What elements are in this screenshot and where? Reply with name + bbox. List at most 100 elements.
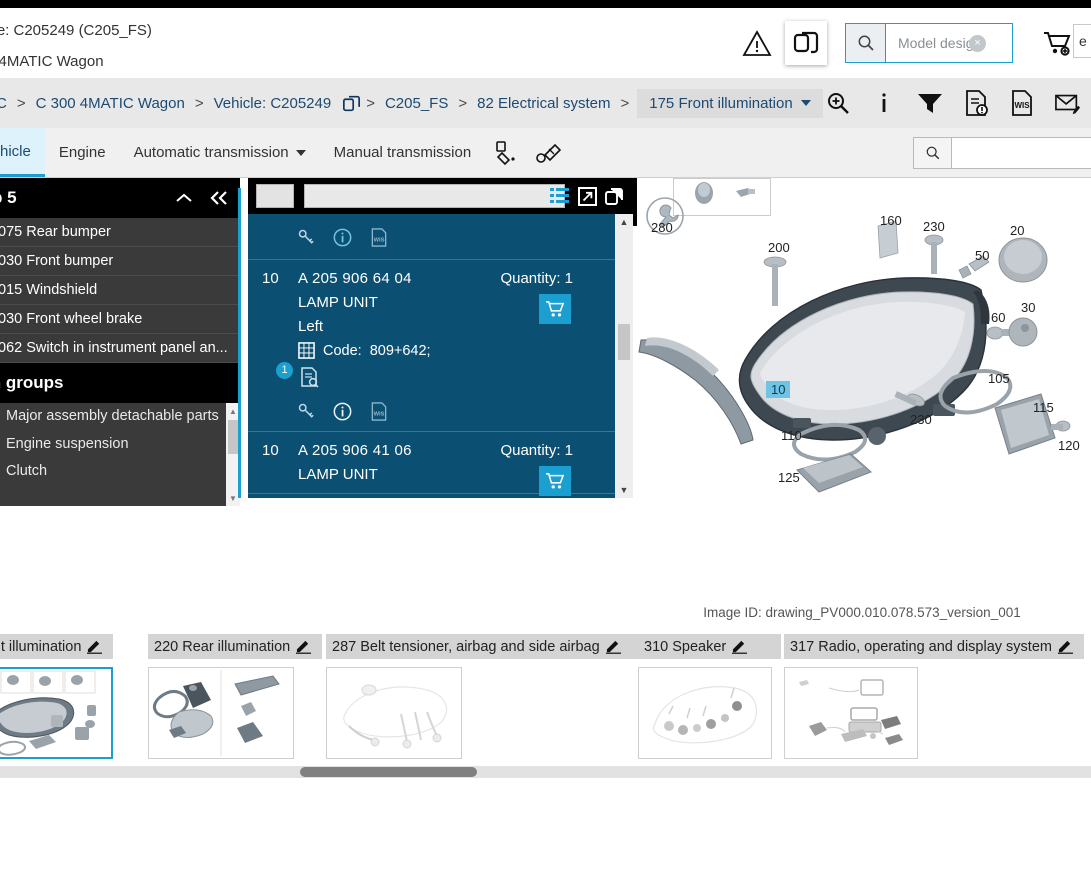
key-icon[interactable] [298, 229, 315, 246]
thumbnail-image[interactable] [326, 667, 462, 759]
thumbnail-rear-illumination[interactable]: 220 Rear illumination [148, 634, 322, 759]
thumbnail-label-row[interactable]: 310 Speaker [638, 634, 781, 659]
edit-icon[interactable] [605, 639, 621, 654]
scroll-thumb[interactable] [618, 324, 630, 360]
search-input[interactable]: Model desig × [886, 24, 1012, 62]
list-view-icon[interactable] [550, 187, 570, 205]
expand-icon[interactable] [578, 186, 597, 206]
upholstery-code-icon[interactable] [527, 128, 571, 177]
thumbnail-image[interactable] [784, 667, 918, 759]
callout-230-top[interactable]: 230 [923, 219, 945, 234]
callout-200[interactable]: 200 [768, 240, 790, 255]
parts-filter-input[interactable] [304, 184, 565, 208]
callout-125[interactable]: 125 [778, 470, 800, 485]
add-to-cart-button[interactable] [539, 466, 571, 496]
scroll-thumb[interactable] [300, 767, 477, 777]
parts-diagram[interactable]: 280 200 160 230 20 50 30 60 10 105 115 1… [633, 178, 1091, 620]
scroll-up-arrow-icon[interactable]: ▲ [615, 214, 633, 230]
scroll-thumb[interactable] [228, 420, 238, 454]
callout-160[interactable]: 160 [880, 213, 902, 228]
paint-code-icon[interactable] [485, 128, 527, 177]
info-icon[interactable] [333, 402, 352, 421]
zoom-in-icon[interactable] [825, 90, 851, 116]
callout-30[interactable]: 30 [1021, 300, 1035, 315]
parts-scrollbar[interactable]: ▲ ▼ [615, 214, 633, 498]
callout-20[interactable]: 20 [1010, 223, 1024, 238]
thumbnail-label-row[interactable]: Front illumination [0, 634, 113, 659]
tab-automatic-transmission[interactable]: Automatic transmission [120, 128, 320, 177]
breadcrumb-item-4[interactable]: 82 Electrical system [469, 95, 618, 112]
parts-filter-box[interactable] [256, 184, 294, 208]
thumbnail-image[interactable] [638, 667, 772, 759]
edit-icon[interactable] [732, 639, 748, 654]
breadcrumb-copy-icon[interactable] [339, 95, 364, 112]
double-chevron-left-icon[interactable] [208, 190, 230, 206]
thumbnail-label-row[interactable]: 317 Radio, operating and display system [784, 634, 1084, 659]
thumbnail-speaker[interactable]: 310 Speaker [638, 634, 781, 759]
sidebar-item-front-bumper[interactable]: 030 Front bumper [0, 247, 240, 276]
copy-icon[interactable] [785, 21, 827, 65]
scroll-down-arrow-icon[interactable]: ▼ [615, 482, 633, 498]
thumbnail-strip[interactable]: Front illumination [0, 634, 1091, 759]
thumbnail-image[interactable] [0, 667, 113, 759]
callout-105[interactable]: 105 [988, 371, 1010, 386]
callout-50[interactable]: 50 [975, 248, 989, 263]
breadcrumb-item-0[interactable]: C [0, 95, 15, 112]
breadcrumb-item-3[interactable]: C205_FS [377, 95, 456, 112]
thumbnail-belt-tensioner[interactable]: 287 Belt tensioner, airbag and side airb… [326, 634, 638, 759]
key-icon[interactable] [298, 403, 315, 420]
code-grid-icon[interactable] [298, 342, 315, 359]
sidebar-subitem-engine-suspension[interactable]: Engine suspension [0, 431, 238, 459]
wis-icon[interactable]: WIS [370, 402, 388, 421]
callout-230-bottom[interactable]: 230 [910, 412, 932, 427]
filter-icon[interactable] [917, 90, 943, 116]
add-to-cart-button[interactable] [539, 294, 571, 324]
callout-60[interactable]: 60 [991, 310, 1005, 325]
callout-10[interactable]: 10 [766, 381, 791, 398]
thumbnail-label-row[interactable]: 287 Belt tensioner, airbag and side airb… [326, 634, 638, 659]
search-icon[interactable] [914, 138, 952, 168]
thumbnail-label-row[interactable]: 220 Rear illumination [148, 634, 322, 659]
chevron-up-icon[interactable] [174, 191, 194, 205]
info-icon[interactable] [333, 228, 352, 247]
callout-280[interactable]: 280 [651, 220, 673, 235]
sidebar-item-rear-bumper[interactable]: 075 Rear bumper [0, 218, 240, 247]
info-icon[interactable] [871, 90, 897, 116]
wis-icon[interactable]: WIS [370, 228, 388, 247]
callout-120[interactable]: 120 [1058, 438, 1080, 453]
tab-vehicle[interactable]: hicle [0, 128, 45, 177]
callout-115[interactable]: 115 [1033, 400, 1054, 415]
edit-icon[interactable] [1057, 639, 1073, 654]
search-icon[interactable] [846, 24, 886, 62]
document-alert-icon[interactable] [963, 90, 989, 116]
sidebar-subitem-clutch[interactable]: Clutch [0, 458, 238, 486]
tab-engine[interactable]: Engine [45, 128, 120, 177]
thumbnail-front-illumination[interactable]: Front illumination [0, 634, 113, 759]
search-clear-button[interactable]: × [969, 35, 986, 52]
breadcrumb-item-1[interactable]: C 300 4MATIC Wagon [28, 95, 193, 112]
parts-list[interactable]: WIS 10 A 205 906 64 04 LAMP UNIT Left Co… [248, 214, 633, 498]
model-designation-search[interactable]: Model desig × [845, 23, 1013, 63]
sidebar-item-windshield[interactable]: 015 Windshield [0, 276, 240, 305]
table-row[interactable]: 10 A 205 906 41 06 LAMP UNIT Quantity: 1 [248, 432, 633, 496]
header-edge-button[interactable]: e [1073, 24, 1091, 58]
tab-manual-transmission[interactable]: Manual transmission [320, 128, 486, 177]
sidebar-item-front-wheel-brake[interactable]: 030 Front wheel brake [0, 305, 240, 334]
wis-document-icon[interactable]: WIS [1009, 90, 1035, 116]
edit-icon[interactable] [296, 639, 312, 654]
thumbnail-radio-display[interactable]: 317 Radio, operating and display system [784, 634, 1084, 759]
part-document-link[interactable]: 1 [262, 362, 319, 388]
table-row[interactable]: 10 A 205 906 64 04 LAMP UNIT Left Code: … [248, 260, 633, 432]
tab-search[interactable] [913, 137, 1091, 169]
breadcrumb-active-dropdown[interactable]: 175 Front illumination [637, 88, 823, 118]
callout-110[interactable]: 110 [781, 428, 802, 443]
thumbnail-image[interactable] [148, 667, 294, 759]
tab-search-input[interactable] [952, 138, 1091, 168]
warning-triangle-icon[interactable] [735, 21, 779, 65]
thumbnail-horizontal-scrollbar[interactable] [0, 766, 1091, 778]
mail-edit-icon[interactable] [1055, 90, 1081, 116]
edit-icon[interactable] [87, 639, 103, 654]
copy-icon[interactable] [605, 187, 625, 206]
sidebar-subitem-major-assembly[interactable]: Major assembly detachable parts [0, 403, 238, 431]
breadcrumb-item-2[interactable]: Vehicle: C205249 [206, 95, 340, 112]
